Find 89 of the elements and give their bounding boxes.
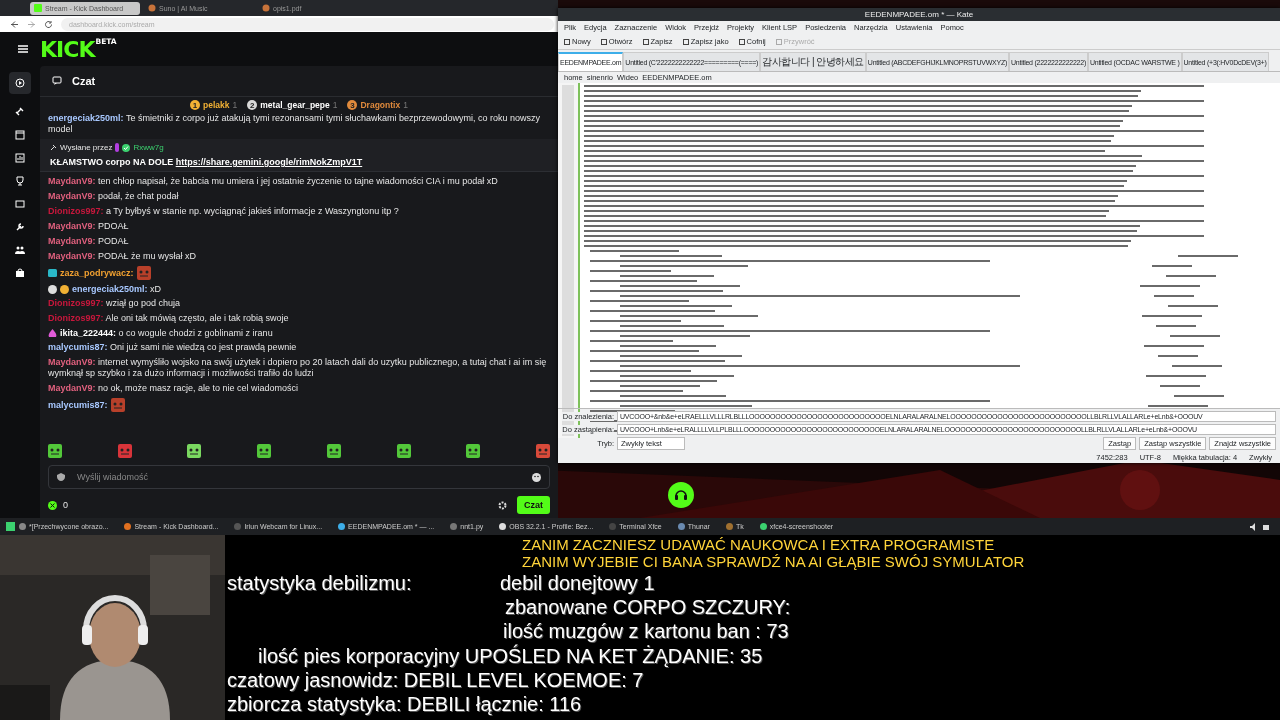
window-icon[interactable] — [15, 130, 25, 140]
chat-icon — [52, 76, 62, 86]
chat-message: energeciak250ml: xD — [72, 284, 162, 294]
emote-icon — [396, 444, 411, 458]
emote-icon — [257, 444, 272, 458]
emote-icon — [117, 444, 132, 458]
leaderboard-entry: 3 Dragontix 1 — [347, 100, 408, 110]
chat-message: MaydanV9: ten chłop napisał, że babcia mu umiera i jej ostatnie życzenie to tajne wiadomości CIA i mu podał xD — [48, 176, 499, 187]
app-icon — [338, 523, 346, 530]
chat-message: MaydanV9: podał, że chat podał — [48, 191, 180, 202]
app-icon — [19, 523, 26, 530]
verified-icon — [122, 143, 131, 152]
play-icon[interactable] — [15, 78, 25, 88]
bag-icon[interactable] — [15, 268, 25, 278]
chat-message: Dionizos997: a Ty byłbyś w stanie np. wyciągnąć jakieś informacje z Waszyngtonu itp ? — [48, 206, 400, 217]
app-icon — [450, 523, 458, 530]
chat-message: MaydanV9: PDOAŁ — [48, 221, 130, 232]
editor-tab[interactable]: 감사합니다 | 안녕하세요 — [760, 52, 866, 71]
chat-message: MaydanV9: PODAŁ — [48, 236, 130, 247]
overlay-stat: debil donejtowy 1 — [500, 572, 655, 595]
overlay-stat: ilość pies korporacyjny UPOŚLED NA KET ŻĄDANIE: 35 — [258, 645, 763, 668]
app-icon — [759, 523, 767, 530]
window-title: EEDENMPADEE.om * — Kate — [864, 10, 974, 19]
pinned-author: Rxww7g — [133, 143, 164, 152]
chat-username: zaza_podrywacz: — [60, 268, 134, 278]
link[interactable]: https://share.gemini.google/rimNokZmpV1T — [175, 157, 363, 167]
video-icon[interactable] — [15, 199, 25, 209]
overlay-warning: ZANIM WYJEBIE CI BANA SPRAWDŹ NA AI GŁĄBIE SWÓJ SYMULATOR — [522, 553, 1025, 570]
emote-icon — [110, 398, 125, 412]
chat-message: MaydanV9: PODAŁ że mu wysłał xD — [48, 251, 198, 262]
circle-icon — [148, 4, 156, 12]
wrench-icon[interactable] — [15, 222, 25, 232]
bar-icon — [115, 143, 120, 152]
overlay-stat: statystyka debilizmu: — [227, 572, 412, 595]
document-icon — [682, 38, 689, 45]
emote-icon — [535, 444, 550, 458]
message-box[interactable]: Wyślij wiadomość — [48, 465, 550, 489]
chart-icon[interactable] — [15, 153, 25, 163]
overlay-stat: czatowy jasnowidz: DEBIL LEVEL KOEMOE: 7 — [227, 669, 644, 692]
overlay-stat: zbanowane CORPO SZCZURY: — [505, 596, 791, 619]
headset-icon — [674, 488, 688, 502]
leaderboard-entry: 1 pelakk 1 — [190, 100, 238, 110]
app-icon — [124, 523, 132, 530]
chat-username: malycumis87: — [48, 400, 108, 410]
chat-message: Dionizos997: wziął go pod chuja — [48, 298, 182, 309]
chat-message: MaydanV9: internet wymyśliło wojsko na swój użytek i dopiero po 20 latach dali do uzytku publicznego, a tutaj chat i ai im się wymknął sp szybko i za dużo informacji i możliwości trafiło do ludzi — [48, 357, 548, 379]
chat-message: MaydanV9: no ok, może masz racje, ale to nie cel wiadomości — [48, 383, 300, 394]
menu-icon[interactable] — [18, 45, 28, 53]
reload-icon[interactable] — [44, 19, 53, 29]
send-button[interactable]: Czat — [517, 496, 550, 514]
pinned-text: KŁAMSTWO corpo NA DOLE https://share.gemini.google/rimNokZmpV1T — [50, 157, 364, 167]
app-icon — [499, 523, 507, 530]
app-icon — [677, 523, 685, 530]
app-icon — [234, 523, 242, 530]
emote-icon — [187, 444, 202, 458]
emote-icon — [466, 444, 481, 458]
tray-icon[interactable] — [1262, 522, 1270, 531]
chat-message: malycumis87: Oni już sami nie wiedzą co jest prawdą pewnie — [48, 342, 298, 353]
emoji-icon[interactable] — [532, 472, 541, 482]
chat-title: Czat — [72, 75, 96, 87]
people-icon[interactable] — [15, 245, 25, 255]
document-icon — [738, 38, 745, 45]
pinned-label: Wysłane przez — [60, 143, 113, 152]
app-icon — [609, 523, 617, 530]
emote-icon — [136, 266, 151, 280]
points-icon — [48, 500, 57, 510]
overlay-warning: ZANIM ZACZNIESZ UDAWAĆ NAUKOWCA I EXTRA PROGRAMISTE — [522, 536, 995, 553]
emote-icon — [326, 444, 341, 458]
overlay-stat: ilość muzgów z kartonu ban : 73 — [503, 620, 789, 643]
chat-message: ikita_222444: o co wogule chodzi z goblinami z iranu — [60, 328, 273, 338]
square-icon — [34, 4, 42, 12]
trophy-icon[interactable] — [15, 176, 25, 186]
document-icon — [642, 38, 649, 45]
document-icon — [600, 38, 607, 45]
document-icon — [775, 38, 782, 45]
points-count: 0 — [63, 500, 68, 510]
emote-icon — [48, 444, 62, 458]
app-icon — [725, 523, 733, 530]
document-icon — [564, 38, 570, 45]
pin-icon — [50, 144, 57, 151]
leaderboard-entry: 2 metal_gear_pepe 1 — [247, 100, 338, 110]
message-field[interactable]: Wyślij wiadomość — [75, 471, 522, 483]
back-icon[interactable] — [10, 19, 19, 29]
chat-message: Dionizos997: Ale oni tak mówią często, ale i tak robią swoje — [48, 313, 290, 324]
circle-icon — [262, 4, 270, 12]
volume-icon[interactable] — [1250, 522, 1258, 531]
shield-icon — [57, 473, 65, 481]
overlay-stat: zbiorcza statystyka: DEBILI łącznie: 116 — [227, 693, 582, 716]
chat-message: energeciak250ml: Te śmietniki z corpo już atakują tymi rezonansami tymi słuchawkami bezprzewodowymi, co roku nowszy model — [48, 113, 542, 135]
